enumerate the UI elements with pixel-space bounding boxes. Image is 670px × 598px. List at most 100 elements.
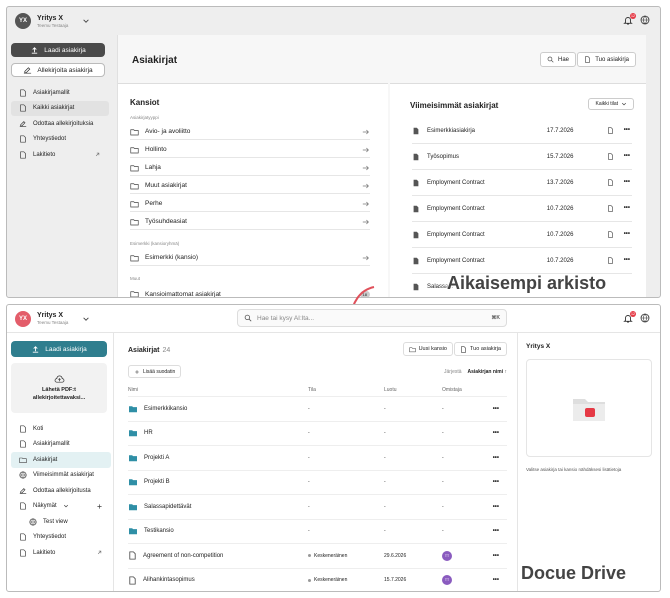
folder-row[interactable]: Hollinto <box>130 142 370 158</box>
import-document-button[interactable]: Tuo asiakirja <box>454 342 507 356</box>
pdf-icon[interactable] <box>607 205 614 212</box>
more-options-icon[interactable]: ••• <box>493 430 499 436</box>
folder-row[interactable]: Lahja <box>130 160 370 176</box>
table-row[interactable]: Esimerkkikansio - - - ••• <box>128 396 507 421</box>
pdf-icon[interactable] <box>607 127 614 134</box>
load-document-button[interactable]: Laadi asiakirja <box>11 43 105 57</box>
more-options-icon[interactable]: ••• <box>624 257 630 264</box>
folder-row[interactable]: Muut asiakirjat <box>130 178 370 194</box>
table-row[interactable]: Alihankintasopimus Keskeneräinen 15.7.2026… <box>128 567 507 592</box>
page-title: Asiakirjat <box>132 55 178 66</box>
more-options-icon[interactable]: ••• <box>493 479 499 485</box>
external-link-icon <box>94 151 101 158</box>
company-switcher[interactable]: YX Yritys X Teemu Testaaja <box>15 310 90 327</box>
add-view-plus-icon[interactable] <box>96 503 103 510</box>
sidebar-item-templates[interactable]: Asiakirjamallit <box>11 437 111 453</box>
scale-icon <box>19 151 27 159</box>
recent-document-row[interactable]: Employment Contract 10.7.2026 ••• <box>412 196 632 222</box>
language-globe-icon[interactable] <box>640 313 650 323</box>
more-options-icon[interactable]: ••• <box>493 577 499 583</box>
sidebar-item-awaiting-signatures[interactable]: Odottaa allekirjoituksia <box>11 116 109 132</box>
nav-label: Koti <box>33 425 44 432</box>
folder-row[interactable]: Perhe <box>130 196 370 212</box>
document-icon <box>412 153 420 161</box>
document-date: 10.7.2026 <box>546 231 574 238</box>
table-row[interactable]: Projekti B - - - ••• <box>128 469 507 495</box>
table-row[interactable]: HR - - - ••• <box>128 420 507 446</box>
table-row[interactable]: Salassapidettävät - - - ••• <box>128 494 507 519</box>
folder-row-unfiled[interactable]: Kansioimattomat asiakirjat 18 <box>130 286 370 298</box>
book-icon <box>19 533 27 541</box>
notifications-button[interactable]: 12 <box>623 311 636 323</box>
scale-icon <box>19 549 27 557</box>
sidebar-item-legal-info[interactable]: Lakitieto <box>11 147 109 163</box>
search-button[interactable]: Hae <box>539 52 576 67</box>
pdf-icon[interactable] <box>607 257 614 264</box>
sidebar-item-legal-info[interactable]: Lakitieto <box>11 545 111 561</box>
sidebar-item-all-documents[interactable]: Kaikki asiakirjat <box>11 100 109 116</box>
row-name: Alihankintasopimus <box>128 576 308 585</box>
more-options-icon[interactable]: ••• <box>493 504 499 510</box>
sidebar-item-views[interactable]: Näkymät <box>11 499 111 515</box>
more-options-icon[interactable]: ••• <box>493 528 499 534</box>
new-topbar: YX Yritys X Teemu Testaaja Hae tai kysy … <box>7 305 660 333</box>
load-document-button[interactable]: Laadi asiakirja <box>11 341 107 357</box>
more-options-icon[interactable]: ••• <box>624 127 630 134</box>
sidebar-item-home[interactable]: Koti <box>11 421 111 437</box>
recent-document-row[interactable]: Employment Contract 10.7.2026 ••• <box>412 248 632 274</box>
search-input[interactable]: Hae tai kysy AI:lta... ⌘K <box>237 309 507 327</box>
sidebar-item-contacts[interactable]: Yhteystiedot <box>11 132 109 148</box>
sidebar-item-documents[interactable]: Asiakirjat <box>11 452 111 468</box>
sidebar-item-recent[interactable]: Viimeisimmät asiakirjat <box>11 468 111 484</box>
pdf-icon[interactable] <box>607 153 614 160</box>
arrow-right-icon <box>362 128 370 136</box>
more-options-icon[interactable]: ••• <box>493 406 499 412</box>
folder-icon <box>130 290 139 298</box>
column-name[interactable]: Nimi <box>128 387 308 393</box>
company-switcher[interactable]: YX Yritys X Teemu Testaaja <box>15 13 90 29</box>
sign-document-button[interactable]: Allekirjoita asiakirja <box>11 63 105 77</box>
folder-row-example[interactable]: Esimerkki (kansio) <box>130 250 370 266</box>
table-row[interactable]: Projekti A - - - ••• <box>128 445 507 470</box>
recent-document-row[interactable]: Employment Contract 13.7.2026 ••• <box>412 170 632 196</box>
import-document-button[interactable]: Tuo asiakirja <box>577 52 636 67</box>
status-filter-dropdown[interactable]: Kaikki tilat <box>588 98 634 110</box>
recent-document-row[interactable]: Esimerkkiasiakirja 17.7.2026 ••• <box>412 118 632 144</box>
more-options-icon[interactable]: ••• <box>493 553 499 559</box>
recent-document-row[interactable]: Employment Contract 10.7.2026 ••• <box>412 222 632 248</box>
owner-avatar: TT <box>442 550 452 561</box>
table-row[interactable]: Agreement of non-competition Keskeneräine… <box>128 543 507 568</box>
column-created[interactable]: Luotu <box>384 387 442 393</box>
more-options-icon[interactable]: ••• <box>493 455 499 461</box>
recent-document-row[interactable]: Työsopimus 15.7.2026 ••• <box>412 144 632 170</box>
sidebar-item-awaiting-signature[interactable]: Odottaa allekirjoitusta <box>11 483 111 499</box>
column-status[interactable]: Tila <box>308 387 384 393</box>
more-options-icon[interactable]: ••• <box>624 179 630 186</box>
language-globe-icon[interactable] <box>640 15 650 25</box>
notifications-button[interactable]: 12 <box>623 13 636 25</box>
more-options-icon[interactable]: ••• <box>624 205 630 212</box>
new-folder-button[interactable]: Uusi kansio <box>402 342 453 356</box>
sidebar-item-contacts[interactable]: Yhteystiedot <box>11 530 111 546</box>
arrow-right-icon <box>362 182 370 190</box>
column-owner[interactable]: Omistaja <box>442 387 488 393</box>
documents-count: 24 <box>162 347 171 354</box>
row-name: Projekti B <box>128 478 308 486</box>
folder-row[interactable]: Työsuhdeasiat <box>130 214 370 230</box>
pdf-icon[interactable] <box>607 179 614 186</box>
more-options-icon[interactable]: ••• <box>624 231 630 238</box>
arrow-right-icon <box>362 254 370 262</box>
pdf-icon[interactable] <box>607 231 614 238</box>
table-row[interactable]: Testikansio - - - ••• <box>128 518 507 544</box>
sidebar-item-test-view[interactable]: Test view <box>11 514 111 530</box>
sidebar-item-templates[interactable]: Asiakirjamallit <box>11 85 109 101</box>
section-other: Muut <box>130 276 141 281</box>
more-options-icon[interactable]: ••• <box>624 153 630 160</box>
add-filter-button[interactable]: Lisää suodatin <box>128 365 182 378</box>
sort-control[interactable]: Järjestä Asiakirjan nimi ↑ <box>444 369 507 375</box>
pdf-drop-zone[interactable]: Lähetä PDF:t allekirjoitettavaksi... <box>11 363 107 413</box>
document-date: 13.7.2026 <box>546 179 574 186</box>
folder-row[interactable]: Avio- ja avoliitto <box>130 124 370 140</box>
row-status-label: Keskeneräinen <box>314 577 348 584</box>
folders-title: Kansiot <box>130 98 160 107</box>
